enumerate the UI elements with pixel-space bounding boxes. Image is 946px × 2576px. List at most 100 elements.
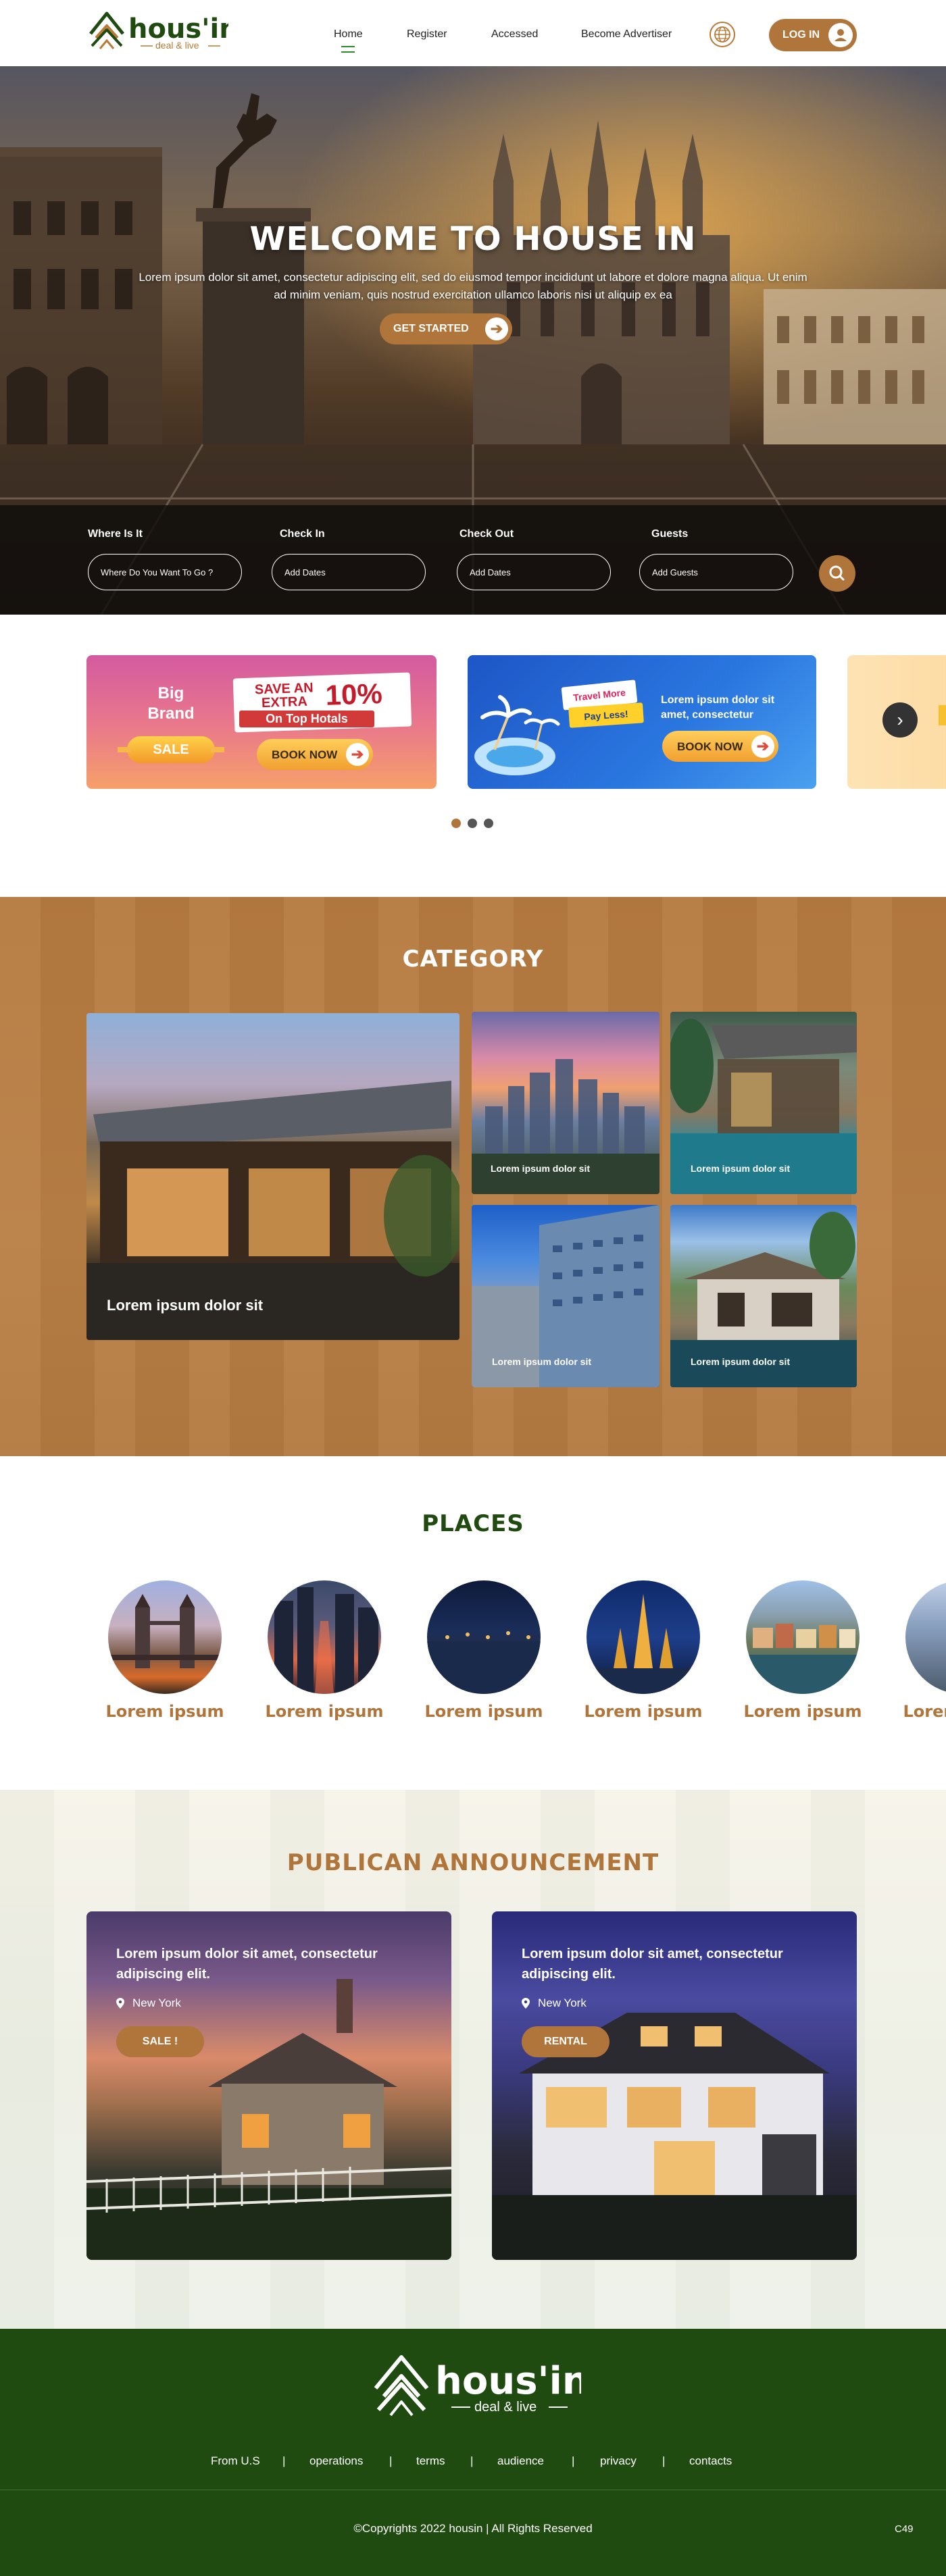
hero-title: WELCOME TO HOUSE IN bbox=[249, 220, 697, 258]
book-now-button-2[interactable]: BOOK NOW ➔ bbox=[662, 731, 778, 762]
category-tile-featured[interactable]: Lorem ipsum dolor sit bbox=[86, 1013, 459, 1340]
tower-bridge-photo bbox=[108, 1594, 222, 1668]
login-button[interactable]: LOG IN bbox=[769, 19, 857, 51]
nav-register[interactable]: Register bbox=[407, 28, 447, 41]
category-label-4: Lorem ipsum dolor sit bbox=[691, 1356, 791, 1367]
location-pin-icon bbox=[116, 1998, 124, 2009]
login-label: LOG IN bbox=[782, 29, 820, 41]
footer-separator: | bbox=[389, 2454, 393, 2467]
chevron-right-icon: › bbox=[897, 709, 903, 730]
footer-link-from-us[interactable]: From U.S bbox=[211, 2454, 260, 2468]
search-icon bbox=[829, 565, 845, 581]
checkout-input[interactable] bbox=[457, 554, 611, 590]
temple-photo bbox=[587, 1594, 700, 1694]
footer-link-contacts[interactable]: contacts bbox=[689, 2454, 732, 2468]
save-text: SAVE AN EXTRA bbox=[254, 680, 314, 711]
footer-link-operations[interactable]: operations bbox=[309, 2454, 363, 2468]
big-brand-text: Big Brand bbox=[147, 684, 195, 723]
place-item-3[interactable]: Lorem ipsum bbox=[407, 1580, 543, 1736]
nav-home[interactable]: Home bbox=[334, 28, 363, 41]
category-label-1: Lorem ipsum dolor sit bbox=[491, 1163, 591, 1174]
places-title: PLACES bbox=[422, 1510, 524, 1537]
book-now-label: BOOK NOW bbox=[272, 748, 338, 761]
guests-input[interactable] bbox=[639, 554, 793, 590]
places-section: PLACES Lorem ipsum Lorem ipsum Lorem ips… bbox=[0, 1456, 946, 1790]
harbor-night-photo bbox=[427, 1631, 541, 1694]
sale-button[interactable]: SALE ! bbox=[116, 2026, 204, 2057]
checkin-input[interactable] bbox=[272, 554, 426, 590]
house-logo-icon bbox=[374, 2355, 429, 2417]
arrow-right-icon: ➔ bbox=[485, 317, 508, 340]
carousel-next-button[interactable]: › bbox=[882, 702, 918, 738]
rental-button[interactable]: RENTAL bbox=[522, 2026, 609, 2057]
hero-text: Lorem ipsum dolor sit amet, consectetur … bbox=[139, 271, 807, 301]
category-section: CATEGORY Lorem ipsum dolor sit Lorem ips… bbox=[0, 897, 946, 1456]
book-now-label: BOOK NOW bbox=[677, 740, 743, 753]
carousel-dots bbox=[451, 819, 499, 829]
footer-nav: From U.S | operations | terms | audience… bbox=[0, 2454, 946, 2475]
where-label: Where Is It bbox=[88, 528, 143, 540]
carousel-dot-3[interactable] bbox=[484, 819, 493, 828]
announcement-location-text-1: New York bbox=[132, 1997, 181, 2009]
promo-carousel: Big Brand SALE SAVE AN EXTRA 10% On Top … bbox=[0, 615, 946, 897]
site-footer: hous'in. deal & live From U.S | operatio… bbox=[0, 2329, 946, 2576]
category-tile-2[interactable]: Lorem ipsum dolor sit bbox=[670, 1012, 857, 1194]
promo-card-big-brand[interactable]: Big Brand SALE SAVE AN EXTRA 10% On Top … bbox=[86, 655, 437, 789]
language-button[interactable] bbox=[710, 22, 735, 47]
checkout-label: Check Out bbox=[459, 528, 514, 540]
footer-separator: | bbox=[282, 2454, 286, 2467]
footer-separator: | bbox=[662, 2454, 666, 2467]
save-subline: On Top Hotals bbox=[239, 711, 374, 727]
place-item-5[interactable]: Lorem ipsum bbox=[726, 1580, 862, 1736]
place-item-2[interactable]: Lorem ipsum bbox=[247, 1580, 384, 1736]
location-pin-icon bbox=[522, 1998, 530, 2009]
coastal-town-photo bbox=[746, 1624, 860, 1694]
travel-card-text: Lorem ipsum dolor sit amet, consectetur bbox=[661, 694, 775, 721]
carousel-dot-2[interactable] bbox=[468, 819, 477, 828]
place-image-4 bbox=[587, 1580, 700, 1694]
footer-link-terms[interactable]: terms bbox=[416, 2454, 445, 2468]
book-now-button-1[interactable]: BOOK NOW ➔ bbox=[257, 739, 373, 770]
place-image-3 bbox=[427, 1580, 541, 1694]
place-label-2: Lorem ipsum bbox=[265, 1702, 384, 1721]
arrow-right-icon: ➔ bbox=[751, 735, 774, 758]
nav-become-advertiser[interactable]: Become Advertiser bbox=[581, 28, 672, 41]
copyright-text: ©Copyrights 2022 housin | All Rights Res… bbox=[353, 2522, 593, 2535]
footer-link-privacy[interactable]: privacy bbox=[600, 2454, 637, 2468]
place-label-1: Lorem ipsum bbox=[105, 1702, 224, 1721]
carousel-dot-1[interactable] bbox=[451, 819, 461, 828]
place-label-4: Lorem ipsum bbox=[584, 1702, 703, 1721]
corner-code: C49 bbox=[895, 2523, 914, 2535]
save-percent: 10% bbox=[324, 677, 383, 711]
announcement-card-2[interactable]: Lorem ipsum dolor sit amet, consectetur … bbox=[492, 1911, 857, 2260]
category-title: CATEGORY bbox=[402, 946, 544, 973]
announcement-location-text-2: New York bbox=[538, 1997, 587, 2009]
place-item-6[interactable]: Lorem ipsum bbox=[885, 1580, 946, 1736]
get-started-label: GET STARTED bbox=[393, 323, 469, 334]
nav-accessed[interactable]: Accessed bbox=[491, 28, 538, 41]
place-item-1[interactable]: Lorem ipsum bbox=[88, 1580, 224, 1736]
place-image-2 bbox=[268, 1580, 381, 1694]
footer-logo-name: hous'in. bbox=[435, 2359, 581, 2403]
footer-link-audience[interactable]: audience bbox=[497, 2454, 544, 2468]
place-label-3: Lorem ipsum bbox=[424, 1702, 543, 1721]
announcement-card-1[interactable]: Lorem ipsum dolor sit amet, consectetur … bbox=[86, 1911, 451, 2260]
announcement-headline-1: Lorem ipsum dolor sit amet, consectetur … bbox=[116, 1947, 378, 1982]
place-label-6: Lorem ipsum bbox=[903, 1702, 946, 1721]
search-button[interactable] bbox=[819, 555, 855, 592]
promo-card-travel[interactable]: Travel More Pay Less! Lorem ipsum dolor … bbox=[468, 655, 816, 789]
category-tile-3[interactable]: Lorem ipsum dolor sit bbox=[472, 1205, 659, 1387]
beach-illustration bbox=[474, 695, 560, 775]
globe-icon bbox=[714, 26, 730, 43]
category-tile-1[interactable]: Lorem ipsum dolor sit bbox=[472, 1012, 659, 1194]
footer-logo: hous'in. deal & live bbox=[374, 2355, 581, 2417]
checkin-label: Check In bbox=[280, 528, 325, 540]
place-label-5: Lorem ipsum bbox=[743, 1702, 862, 1721]
place-image-5 bbox=[746, 1580, 860, 1694]
category-tile-4[interactable]: Lorem ipsum dolor sit bbox=[670, 1205, 857, 1387]
where-input[interactable] bbox=[88, 554, 242, 590]
place-item-4[interactable]: Lorem ipsum bbox=[566, 1580, 703, 1736]
pay-less-tag: Pay Less! bbox=[568, 702, 644, 728]
booking-search-bar: Where Is It Check In Check Out Guests bbox=[0, 505, 946, 615]
get-started-button[interactable]: GET STARTED ➔ bbox=[380, 313, 512, 344]
